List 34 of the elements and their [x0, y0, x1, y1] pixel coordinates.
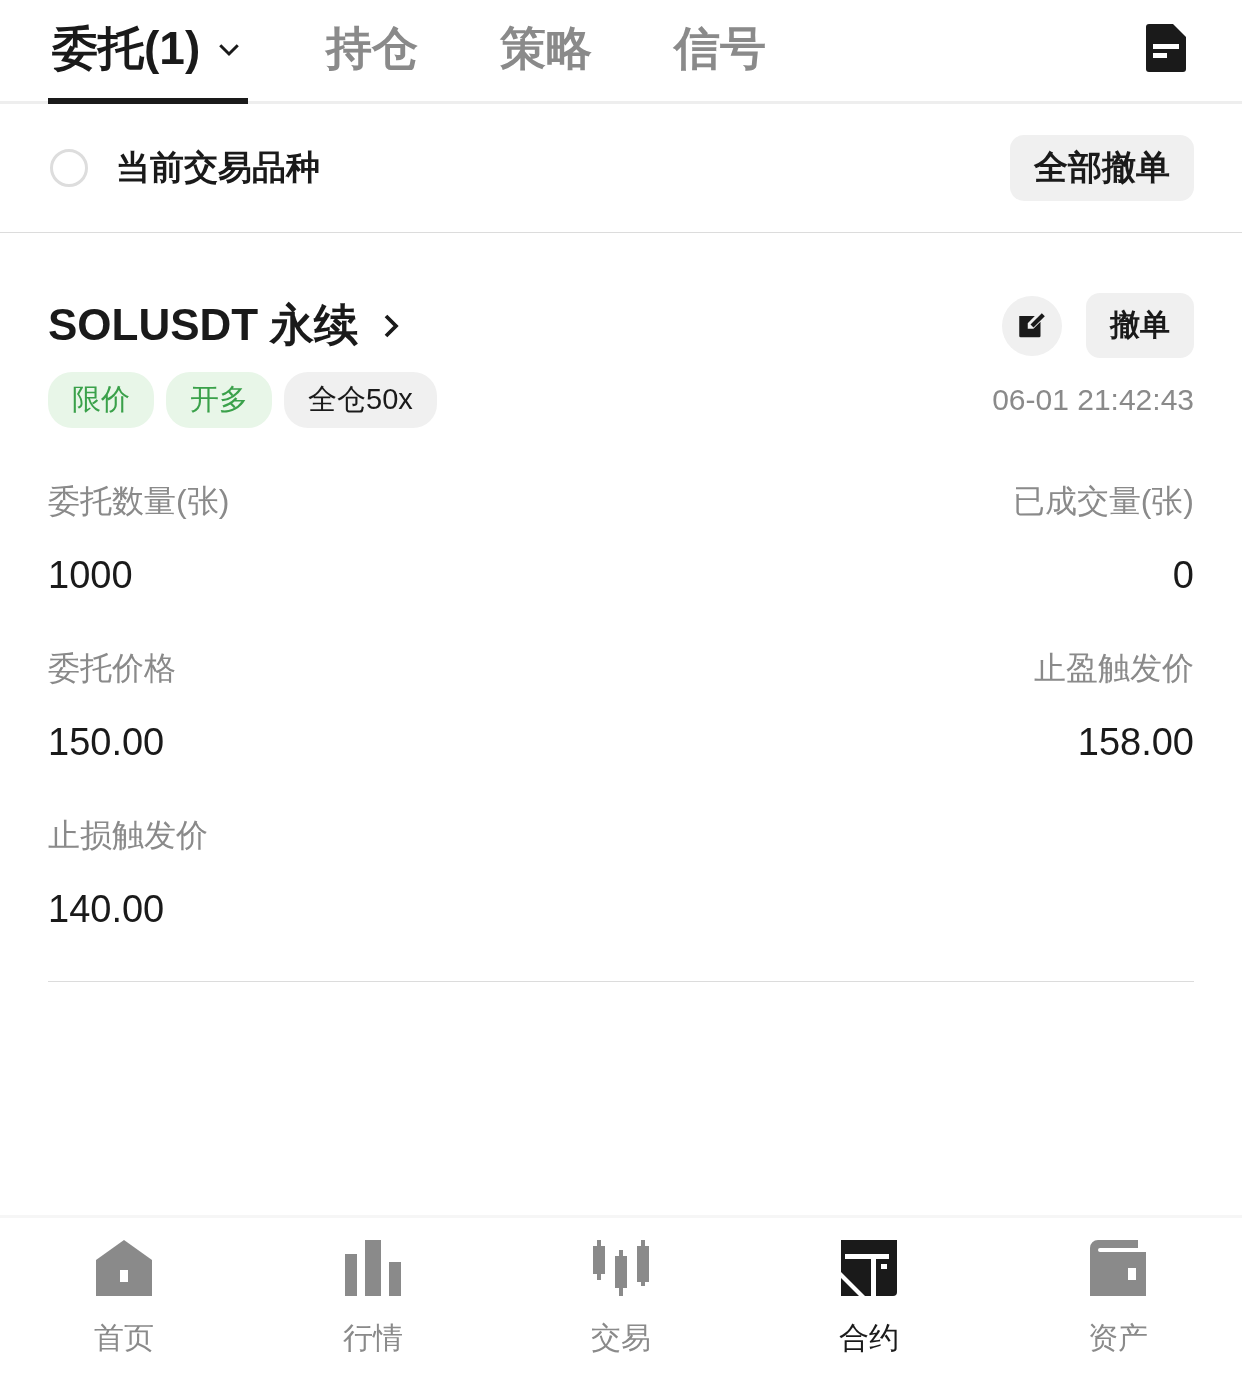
- nav-item[interactable]: 交易: [530, 1240, 711, 1390]
- field-label: 已成交量(张): [1012, 482, 1194, 521]
- field-label: 委托数量(张): [48, 482, 230, 521]
- filter-label: 当前交易品种: [116, 147, 320, 188]
- symbol-title[interactable]: SOLUSDT 永续: [48, 296, 359, 355]
- field-value: 1000: [48, 554, 133, 597]
- field-value: 140.00: [48, 888, 165, 931]
- tag: 限价: [48, 372, 154, 428]
- field-label: 止损触发价: [48, 816, 208, 855]
- field-value: 150.00: [48, 721, 165, 764]
- tab[interactable]: 信号: [670, 0, 771, 104]
- tag: 全仓50x: [284, 372, 437, 428]
- document-icon[interactable]: [1146, 24, 1186, 72]
- nav-item[interactable]: 合约: [779, 1240, 960, 1390]
- field-value: 0: [1172, 554, 1194, 597]
- house-icon: [96, 1240, 153, 1296]
- wallet-icon: [1089, 1240, 1146, 1296]
- field-label: 委托价格: [48, 649, 176, 688]
- order-time: 06-01 21:42:43: [992, 383, 1194, 417]
- cancel-button[interactable]: 撤单: [1086, 293, 1194, 358]
- nav-item[interactable]: 行情: [282, 1240, 463, 1390]
- tag: 开多: [166, 372, 272, 428]
- tab[interactable]: 委托(1): [48, 0, 249, 104]
- cancel-all-button[interactable]: 全部撤单: [1010, 135, 1194, 201]
- nav-item[interactable]: 首页: [34, 1240, 215, 1390]
- tab[interactable]: 持仓: [322, 0, 423, 104]
- bar-chart-icon: [344, 1240, 401, 1296]
- field-value: 158.00: [1077, 721, 1194, 764]
- tab[interactable]: 策略: [496, 0, 597, 104]
- radio-button[interactable]: [50, 149, 88, 187]
- candlestick-icon: [592, 1240, 649, 1296]
- nav-item[interactable]: 资产: [1027, 1240, 1208, 1390]
- contract-icon: [841, 1240, 898, 1296]
- field-label: 止盈触发价: [1034, 649, 1194, 688]
